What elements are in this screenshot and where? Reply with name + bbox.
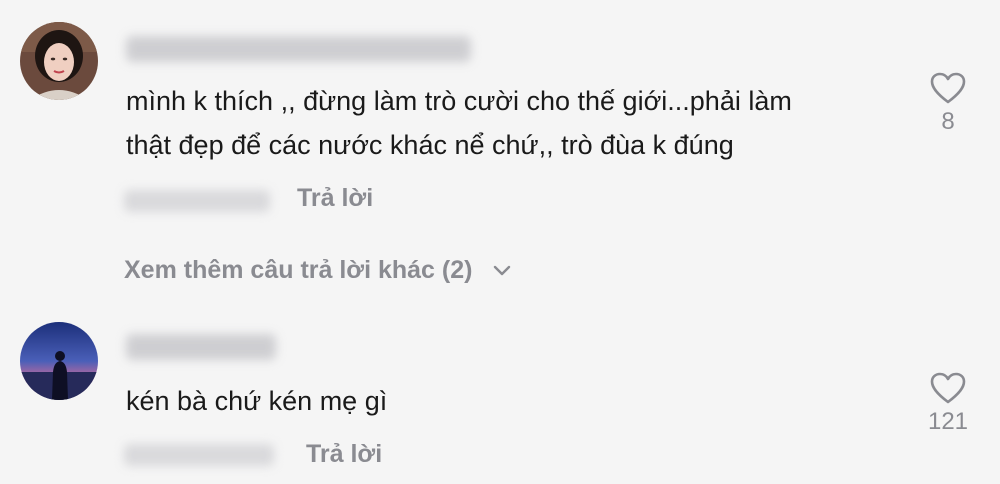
- avatar-photo-silhouette: [20, 322, 98, 400]
- avatar-photo-woman: [20, 22, 98, 100]
- user-avatar[interactable]: [20, 22, 98, 100]
- view-more-label: Xem thêm câu trả lời khác (2): [124, 256, 473, 284]
- comment-item: mình k thích ,, đừng làm trò cười cho th…: [0, 0, 1000, 300]
- chevron-down-icon: [494, 266, 511, 276]
- comment-text-line: kén bà chứ kén mẹ gì: [126, 386, 388, 416]
- like-count: 121: [927, 408, 969, 435]
- like-button[interactable]: 8: [918, 72, 978, 136]
- view-more-replies-button[interactable]: Xem thêm câu trả lời khác (2): [124, 256, 511, 285]
- like-count: 8: [941, 108, 955, 135]
- comment-text-line: thật đẹp để các nước khác nể chứ,, trò đ…: [126, 130, 734, 160]
- heart-outline-icon: [930, 72, 966, 104]
- like-button[interactable]: 121: [918, 372, 978, 436]
- comment-item: kén bà chứ kén mẹ gì Trả lời 121: [0, 300, 1000, 484]
- heart-outline-icon: [930, 372, 966, 404]
- comment-text-line: mình k thích ,, đừng làm trò cười cho th…: [126, 86, 792, 116]
- reply-button[interactable]: Trả lời: [306, 440, 382, 469]
- username-redacted[interactable]: [126, 36, 471, 62]
- username-redacted[interactable]: [126, 334, 276, 360]
- user-avatar[interactable]: [20, 322, 98, 400]
- comment-date-redacted: [124, 444, 274, 466]
- reply-button[interactable]: Trả lời: [297, 184, 373, 213]
- comment-date-redacted: [124, 190, 270, 212]
